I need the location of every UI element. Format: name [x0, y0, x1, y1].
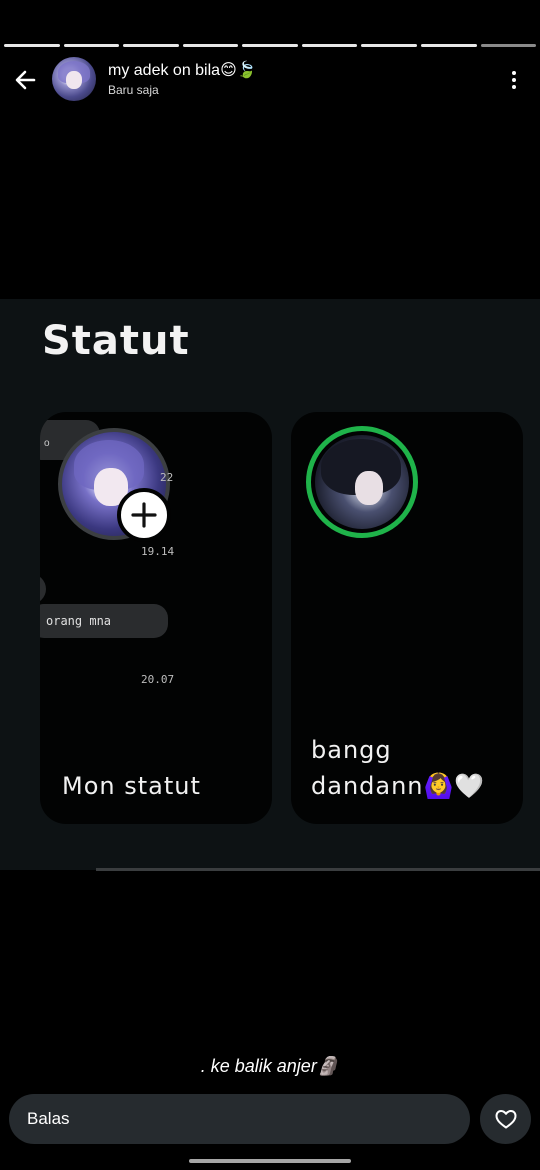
progress-segment [361, 44, 417, 47]
contact-label-line: bangg [311, 736, 392, 764]
back-button[interactable] [12, 66, 40, 94]
story-image-divider [96, 868, 540, 871]
timestamp: 20.07 [141, 673, 175, 686]
contact-name[interactable]: my adek on bila😊🍃 [108, 60, 257, 80]
contact-status-ring [306, 426, 418, 538]
avatar[interactable] [52, 57, 96, 101]
avatar-face [355, 471, 383, 505]
heart-outline-icon [495, 1110, 516, 1129]
progress-segment [420, 44, 477, 47]
story-caption: . ke balik anjer🗿 [200, 1056, 340, 1076]
my-status-card: o 22 19.14 orang mna 20.07 Mon statut [40, 412, 272, 824]
like-button[interactable] [480, 1094, 531, 1144]
plus-icon [131, 502, 157, 528]
reply-input[interactable]: Balas [9, 1094, 470, 1144]
chat-bubble: orang mna [40, 604, 168, 638]
progress-segment [182, 44, 239, 47]
progress-segment-current [480, 44, 537, 47]
contact-label-line: dandann🙆‍♀️🤍 [311, 772, 486, 800]
chat-text: orang mna [46, 614, 112, 628]
contact-status-card: bangg dandann🙆‍♀️🤍 [291, 412, 523, 824]
progress-segment [4, 44, 60, 47]
my-status-label: Mon statut [62, 772, 201, 800]
menu-dot [512, 85, 516, 89]
contact-status-avatar [315, 435, 409, 529]
timestamp: 22 [160, 471, 174, 484]
arrow-left-icon [15, 70, 36, 90]
avatar-face [66, 71, 82, 89]
contact-status-label: bangg dandann🙆‍♀️🤍 [311, 732, 485, 804]
reply-placeholder: Balas [27, 1109, 70, 1128]
menu-dot [512, 78, 516, 82]
more-menu-button[interactable] [502, 68, 526, 92]
timestamp: 19.14 [141, 545, 175, 558]
home-indicator[interactable] [189, 1159, 351, 1163]
progress-segment [123, 44, 179, 47]
story-progress-bar [4, 44, 537, 47]
chat-text: o [44, 438, 50, 449]
progress-segment [63, 44, 120, 47]
story-header: my adek on bila😊🍃 Baru saja [0, 56, 540, 104]
post-time: Baru saja [108, 83, 159, 97]
status-heading: Statut [42, 318, 190, 364]
progress-segment [301, 44, 358, 47]
add-status-button [117, 488, 171, 542]
chat-bubble [40, 574, 46, 604]
progress-segment [242, 44, 298, 47]
more-vertical-icon [512, 71, 516, 75]
